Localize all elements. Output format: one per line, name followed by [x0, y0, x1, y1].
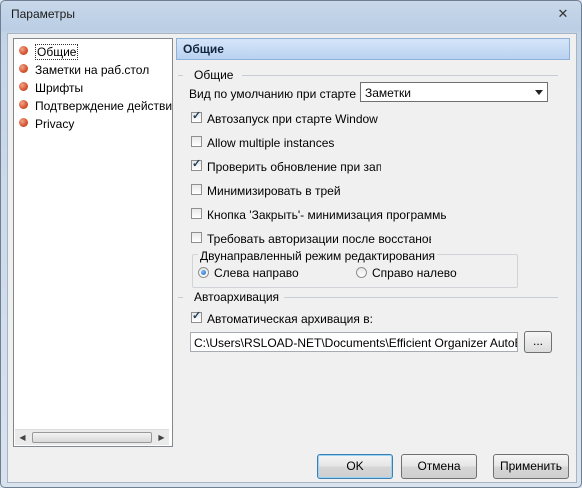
checkbox-label: Требовать авторизации после восстановлен… — [207, 231, 431, 246]
radio-circle[interactable] — [198, 267, 209, 279]
tree-item-fonts[interactable]: Шрифты — [19, 80, 83, 97]
require-auth-checkbox[interactable]: Требовать авторизации после восстановлен… — [191, 231, 431, 247]
checkbox-box[interactable] — [191, 136, 202, 148]
tree-item-label: Подтверждение действий — [35, 98, 173, 113]
chevron-down-icon — [535, 90, 543, 95]
minimize-to-tray-checkbox[interactable]: Минимизировать в трей — [191, 183, 341, 199]
default-view-select[interactable]: Заметки — [360, 82, 548, 102]
bidi-mode-title: Двунаправленный режим редактирования — [198, 249, 438, 263]
bullet-icon — [19, 64, 28, 74]
checkbox-label: Кнопка 'Закрыть'- минимизация программы — [207, 207, 447, 222]
group-divider — [178, 75, 183, 76]
checkbox-label: Автоматическая архивация в: — [207, 311, 373, 326]
tree-item-label: Шрифты — [35, 80, 84, 95]
scroll-thumb[interactable] — [32, 432, 152, 443]
horizontal-scrollbar[interactable]: ◀ ▶ — [15, 429, 169, 445]
scroll-left-icon[interactable]: ◀ — [15, 430, 30, 445]
settings-dialog: Параметры ✕ Общие Заметки на раб.стол Шр… — [0, 0, 582, 488]
group-title-general: Общие — [194, 68, 234, 82]
ok-button[interactable]: OK — [317, 454, 393, 479]
checkbox-box[interactable]: ✓ — [191, 310, 202, 324]
tree-item-desktop-notes[interactable]: Заметки на раб.стол — [19, 62, 149, 79]
tree-item-general[interactable]: Общие — [19, 43, 79, 61]
checkbox-label: Allow multiple instances — [207, 135, 335, 150]
radio-label: Слева направо — [214, 266, 299, 280]
archive-path-value: C:\Users\RSLOAD-NET\Documents\Efficient … — [194, 336, 517, 350]
default-view-label: Вид по умолчанию при старте — [189, 87, 357, 101]
auto-archive-checkbox[interactable]: ✓ Автоматическая архивация в: — [191, 310, 373, 327]
group-title-archive: Автоархивация — [194, 290, 280, 304]
check-mark-icon: ✓ — [192, 159, 202, 171]
bullet-icon — [19, 46, 28, 56]
checkbox-label: Проверить обновление при запуске — [207, 159, 381, 174]
group-divider — [242, 75, 558, 76]
title-bar[interactable]: Параметры ✕ — [1, 1, 581, 27]
archive-path-input[interactable]: C:\Users\RSLOAD-NET\Documents\Efficient … — [190, 332, 518, 352]
tree-item-label: Общие — [35, 43, 79, 60]
checkbox-label: Минимизировать в трей — [207, 183, 341, 198]
bullet-icon — [19, 100, 28, 110]
radio-circle[interactable] — [356, 267, 367, 279]
browse-button[interactable]: ... — [524, 331, 552, 353]
checkbox-box[interactable] — [191, 232, 202, 244]
radio-left-to-right[interactable]: Слева направо — [198, 266, 299, 282]
cancel-button[interactable]: Отмена — [401, 454, 477, 479]
close-icon[interactable]: ✕ — [555, 6, 571, 22]
tree-item-label: Заметки на раб.стол — [35, 62, 150, 77]
radio-label: Справо налево — [372, 266, 457, 280]
section-header-title: Общие — [183, 42, 224, 56]
checkbox-box[interactable] — [191, 184, 202, 196]
checkbox-box[interactable]: ✓ — [191, 111, 202, 124]
default-view-value: Заметки — [365, 86, 411, 100]
checkbox-label: Автозапуск при старте Window — [207, 111, 378, 126]
group-divider — [178, 297, 183, 298]
apply-button[interactable]: Применить — [493, 454, 569, 479]
scroll-right-icon[interactable]: ▶ — [154, 430, 169, 445]
check-mark-icon: ✓ — [192, 310, 202, 323]
dialog-client: Общие Заметки на раб.стол Шрифты Подтвер… — [7, 33, 577, 483]
bullet-icon — [19, 118, 28, 128]
multiple-instances-checkbox[interactable]: Allow multiple instances — [191, 135, 334, 151]
tree-item-label: Privacy — [35, 116, 75, 131]
checkbox-box[interactable] — [191, 208, 202, 220]
autostart-checkbox[interactable]: ✓ Автозапуск при старте Window — [191, 111, 381, 127]
tree-item-privacy[interactable]: Privacy — [19, 116, 74, 133]
tree-item-confirmations[interactable]: Подтверждение действий — [19, 98, 173, 115]
category-tree[interactable]: Общие Заметки на раб.стол Шрифты Подтвер… — [13, 38, 173, 447]
group-divider — [284, 297, 558, 298]
close-minimizes-checkbox[interactable]: Кнопка 'Закрыть'- минимизация программы — [191, 207, 447, 223]
checkbox-box[interactable]: ✓ — [191, 159, 202, 172]
bullet-icon — [19, 82, 28, 92]
check-mark-icon: ✓ — [192, 111, 202, 123]
section-header: Общие — [176, 38, 570, 60]
radio-right-to-left[interactable]: Справо налево — [356, 266, 457, 282]
check-updates-checkbox[interactable]: ✓ Проверить обновление при запуске — [191, 159, 381, 175]
window-title: Параметры — [11, 7, 75, 21]
